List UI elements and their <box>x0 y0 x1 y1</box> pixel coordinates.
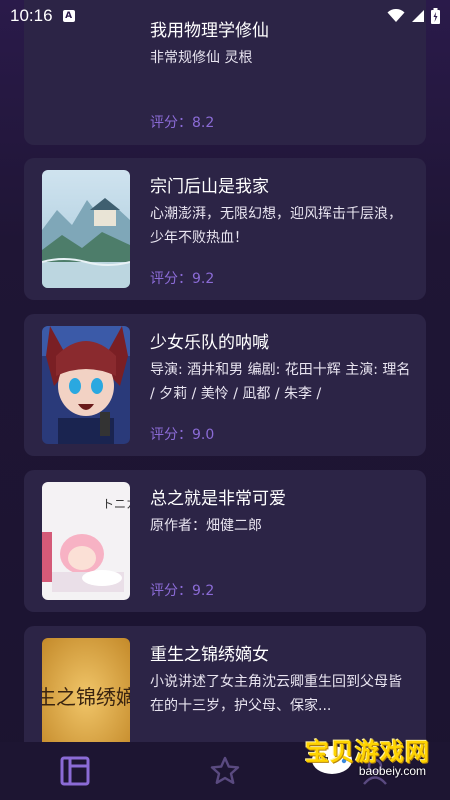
item-desc: 导演: 酒井和男 编剧: 花田十辉 主演: 理名 / 夕莉 / 美怜 / 凪都 … <box>150 362 411 402</box>
cover-image <box>42 170 130 288</box>
cover-art: トニカ <box>42 482 130 600</box>
cover-title-text: 生之锦绣嫡 <box>42 685 130 709</box>
watermark-text: 宝贝游戏网 <box>305 738 430 766</box>
item-desc: 非常规修仙 灵根 <box>150 50 253 66</box>
library-icon <box>60 756 90 786</box>
item-title: 总之就是非常可爱 <box>150 489 286 509</box>
list-item[interactable]: 少女乐队的呐喊 导演: 酒井和男 编剧: 花田十辉 主演: 理名 / 夕莉 / … <box>24 314 426 456</box>
item-desc: 心潮澎湃，无限幻想，迎风挥击千层浪，少年不败热血！ <box>150 206 402 246</box>
nav-library[interactable] <box>0 742 150 800</box>
star-icon <box>210 756 240 784</box>
item-score: 评分：9.2 <box>150 271 215 287</box>
item-desc: 原作者：畑健二郎 <box>150 518 262 534</box>
wifi-icon <box>387 9 405 22</box>
notification-a-icon: A <box>62 10 75 22</box>
item-score: 评分：9.0 <box>150 427 215 443</box>
status-bar: 10:16 A <box>0 0 450 32</box>
cover-art: 生之锦绣嫡 <box>42 638 130 756</box>
cover-art <box>42 326 130 444</box>
signal-icon <box>412 10 424 22</box>
watermark-url: baobeiy.com <box>358 764 426 778</box>
item-title: 宗门后山是我家 <box>150 177 269 197</box>
list-item[interactable]: 宗门后山是我家 心潮澎湃，无限幻想，迎风挥击千层浪，少年不败热血！ 评分：9.2 <box>24 158 426 300</box>
item-title: 少女乐队的呐喊 <box>150 333 269 353</box>
cover-image: 生之锦绣嫡 <box>42 638 130 756</box>
status-icons <box>387 8 440 24</box>
item-desc: 小说讲述了女主角沈云卿重生回到父母皆在的十三岁，护父母、保家... <box>150 674 402 714</box>
nav-favorites[interactable] <box>150 742 300 800</box>
item-title: 重生之锦绣嫡女 <box>150 645 269 665</box>
item-score: 评分：8.2 <box>150 115 215 131</box>
list-item[interactable]: トニカ 总之就是非常可爱 原作者：畑健二郎 评分：9.2 <box>24 470 426 612</box>
cover-image: トニカ <box>42 482 130 600</box>
watermark: 宝贝游戏网 baobeiy.com <box>286 726 436 790</box>
cover-art <box>42 170 130 288</box>
cover-image <box>42 326 130 444</box>
item-score: 评分：9.2 <box>150 583 215 599</box>
battery-icon <box>431 8 440 24</box>
status-time: 10:16 <box>10 6 53 25</box>
cover-small-text: トニカ <box>102 497 130 511</box>
